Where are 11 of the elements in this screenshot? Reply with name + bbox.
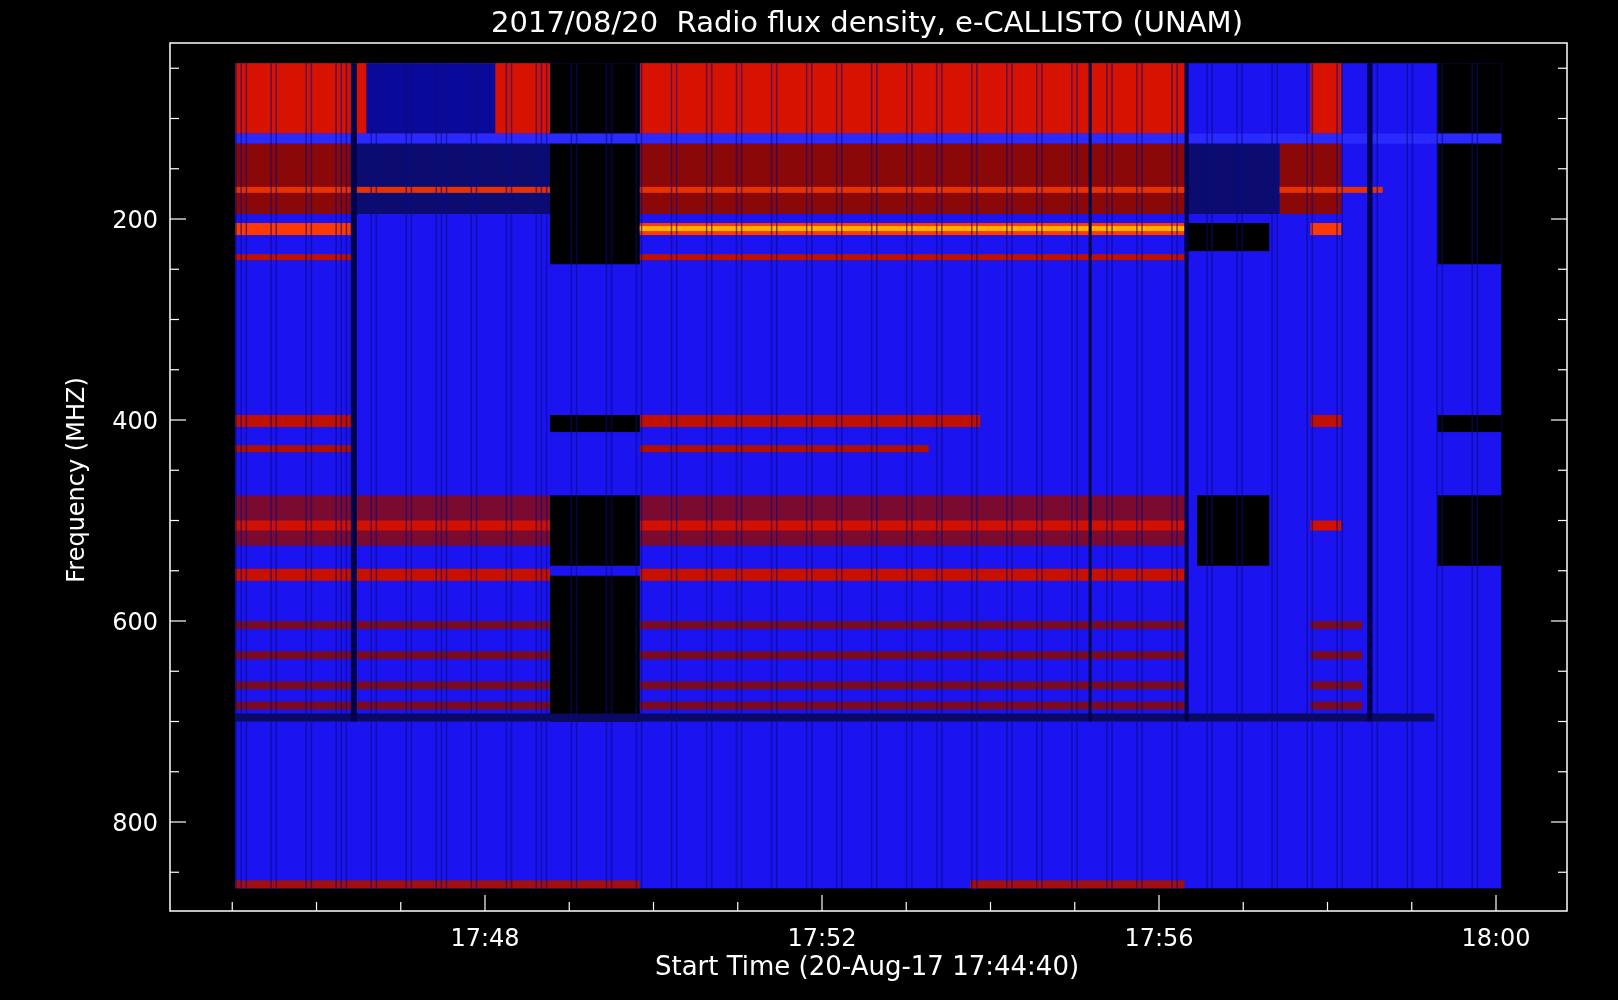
y-tick-label: 200 <box>112 206 158 234</box>
x-axis-label: Start Time (20-Aug-17 17:44:40) <box>654 951 1080 981</box>
x-tick-label: 18:00 <box>1461 924 1531 952</box>
x-tick-label: 17:56 <box>1124 924 1194 952</box>
chart-title: 2017/08/20 Radio flux density, e-CALLISTO (UNAM) <box>491 5 1243 39</box>
y-tick-label: 400 <box>112 407 158 435</box>
y-axis-label: Frequency (MHZ) <box>62 377 90 583</box>
y-tick-label: 800 <box>112 809 158 837</box>
x-tick-label: 17:48 <box>450 924 520 952</box>
x-tick-label: 17:52 <box>787 924 857 952</box>
y-tick-label: 600 <box>112 608 158 636</box>
